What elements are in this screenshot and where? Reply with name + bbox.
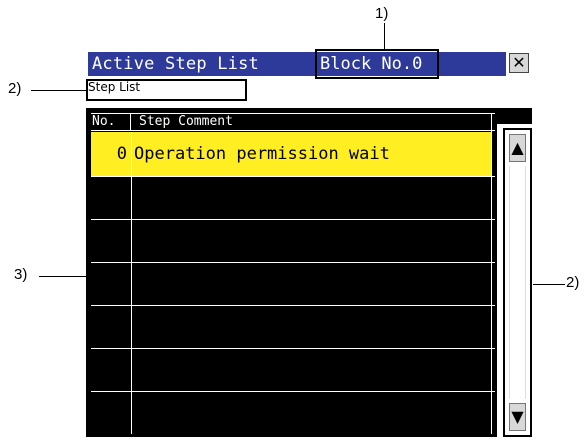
table-row[interactable]	[91, 392, 491, 436]
callout-scrollbar-leader	[533, 284, 565, 285]
row-divider	[91, 348, 495, 349]
header-filler	[497, 108, 532, 124]
vertical-scrollbar[interactable]: ▲ ▼	[503, 128, 532, 437]
callout-scrollbar: 2)	[566, 274, 580, 291]
header-no: No.	[92, 114, 116, 129]
row-divider	[91, 176, 495, 177]
row-divider	[91, 391, 495, 392]
scroll-down-button[interactable]: ▼	[509, 403, 526, 431]
callout-table: 3)	[14, 266, 28, 283]
table-row[interactable]	[91, 263, 491, 307]
row-divider	[91, 262, 495, 263]
step-table: No. Step Comment 0 Operation permission …	[86, 108, 497, 437]
row-number: 0	[116, 144, 127, 164]
window-titlebar: Active Step List Block No.0	[88, 52, 532, 76]
row-divider	[91, 219, 495, 220]
table-right-border	[491, 113, 492, 434]
table-row[interactable]	[91, 306, 491, 350]
callout-step-list: 2)	[8, 80, 22, 97]
row-divider	[91, 305, 495, 306]
window-title: Active Step List	[92, 54, 259, 74]
triangle-up-icon: ▲	[511, 138, 524, 157]
callout-block-no: 1)	[375, 5, 389, 22]
scroll-track[interactable]	[509, 166, 526, 399]
header-top-border	[91, 113, 495, 114]
triangle-down-icon: ▼	[511, 407, 524, 426]
table-row[interactable]	[91, 349, 491, 393]
table-row[interactable]	[91, 177, 491, 221]
callout-step-list-leader	[31, 90, 88, 91]
table-header: No. Step Comment	[91, 114, 491, 130]
scroll-up-button[interactable]: ▲	[509, 134, 526, 162]
close-icon: ✕	[509, 53, 529, 73]
row-comment: Operation permission wait	[134, 144, 390, 164]
callout-block-no-leader	[384, 23, 385, 49]
table-row[interactable]: 0 Operation permission wait	[91, 132, 491, 176]
header-step-comment: Step Comment	[139, 114, 233, 129]
table-row[interactable]	[91, 220, 491, 264]
close-button[interactable]: ✕	[506, 52, 532, 76]
block-number-highlight	[315, 49, 439, 79]
step-list-label: Step List	[88, 80, 141, 94]
callout-table-leader	[39, 276, 86, 277]
header-bottom-border	[91, 130, 495, 131]
column-divider	[131, 132, 132, 434]
header-divider	[130, 114, 131, 130]
